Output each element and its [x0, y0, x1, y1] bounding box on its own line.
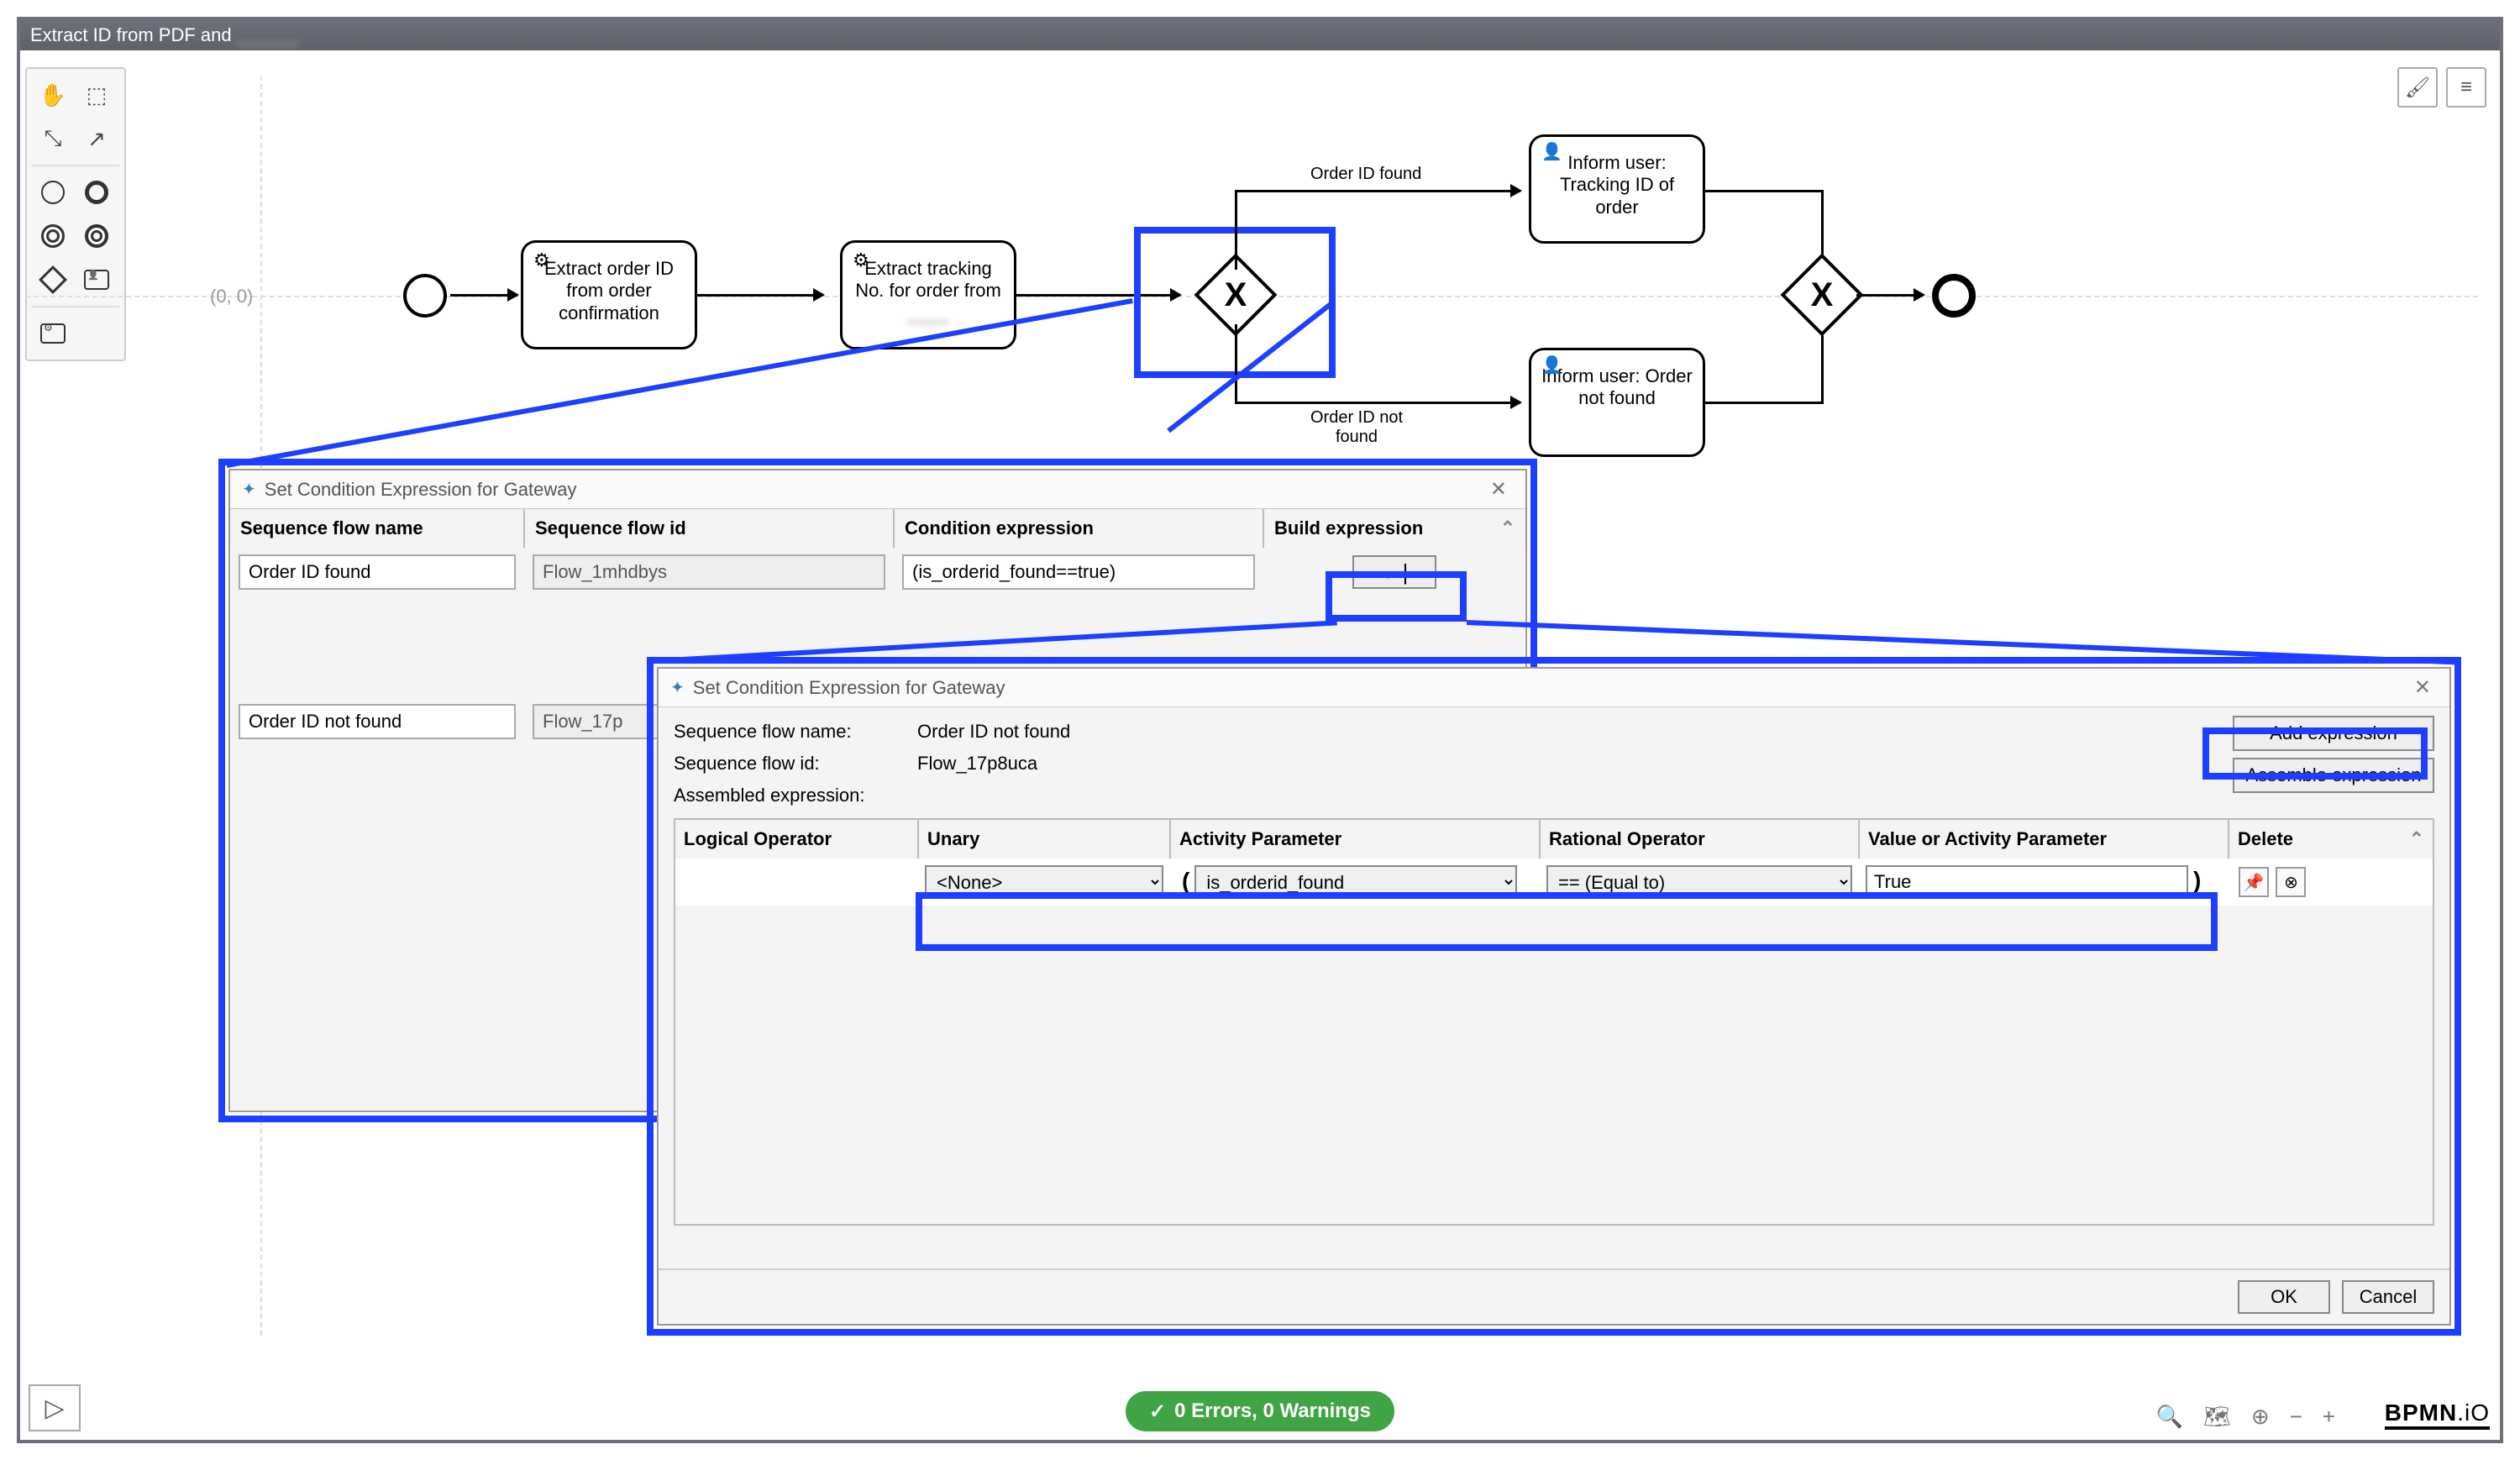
connect-tool-icon[interactable]: ↗	[76, 118, 118, 160]
ok-button[interactable]: OK	[2238, 1280, 2330, 1314]
bpmn-io-logo[interactable]: BPMN.iO	[2385, 1400, 2490, 1430]
col-id[interactable]: Sequence flow id	[524, 509, 894, 548]
sort-icon: ⌃	[2409, 828, 2424, 850]
intermediate-event-icon[interactable]	[32, 215, 74, 257]
value-input[interactable]	[1866, 865, 2188, 899]
close-button[interactable]: ✕	[1483, 477, 1514, 502]
space-tool-icon[interactable]: ⤡	[32, 118, 74, 160]
dialog-icon: ✦	[242, 479, 256, 500]
flow-id-input	[533, 554, 885, 590]
dialog-set-condition-2: ✦ Set Condition Expression for Gateway ✕…	[657, 667, 2451, 1326]
start-event-icon[interactable]	[32, 171, 74, 213]
meta-name-value: Order ID not found	[917, 721, 1070, 743]
task-label: Inform user: Order not found	[1541, 365, 1693, 408]
status-text: 0 Errors, 0 Warnings	[1174, 1400, 1371, 1423]
expression-builder-table: Logical Operator Unary Activity Paramete…	[674, 818, 2434, 1226]
center-icon[interactable]: ⊕	[2251, 1404, 2270, 1430]
close-paren: )	[2188, 867, 2206, 893]
flow-label-found: Order ID found	[1310, 165, 1421, 184]
gear-icon: ⚙	[853, 249, 869, 271]
end-event-icon[interactable]	[76, 171, 118, 213]
dialog-title: Set Condition Expression for Gateway	[265, 479, 577, 501]
title-blurred: ______	[237, 24, 298, 45]
lasso-tool-icon[interactable]: ⬚	[76, 74, 118, 116]
dialog-icon: ✦	[670, 677, 685, 698]
col-build[interactable]: Build expression ⌃	[1263, 509, 1525, 548]
dialog-title: Set Condition Expression for Gateway	[693, 677, 1005, 699]
run-button[interactable]: ▷	[29, 1384, 81, 1431]
col-value[interactable]: Value or Activity Parameter	[1859, 819, 2229, 859]
table-row: ←|	[230, 548, 1525, 596]
task-extract-tracking[interactable]: ⚙ Extract tracking No. for order from __…	[840, 240, 1016, 349]
search-icon[interactable]: 🔍	[2155, 1404, 2182, 1430]
col-expr[interactable]: Condition expression	[894, 509, 1263, 548]
col-activity[interactable]: Activity Parameter	[1170, 819, 1540, 859]
task-inform-notfound[interactable]: 👤 Inform user: Order not found	[1529, 348, 1705, 457]
delete-button[interactable]: ⊗	[2276, 867, 2306, 897]
user-icon: 👤	[1541, 355, 1562, 376]
title-text: Extract ID from PDF and	[30, 24, 237, 45]
origin-label: (0, 0)	[210, 286, 253, 307]
titlebar: Extract ID from PDF and ______	[20, 20, 2500, 50]
bpmn-canvas[interactable]: (0, 0) ⚙ Extract order ID from order con…	[151, 76, 2478, 496]
intermediate-event-alt-icon[interactable]	[76, 215, 118, 257]
flow-name-input[interactable]	[239, 704, 516, 739]
task-extract-order-id[interactable]: ⚙ Extract order ID from order confirmati…	[521, 240, 697, 349]
pin-button[interactable]: 📌	[2239, 867, 2269, 897]
flow-expr-input[interactable]	[902, 554, 1255, 590]
col-logical[interactable]: Logical Operator	[675, 819, 918, 859]
col-unary[interactable]: Unary	[918, 819, 1170, 859]
hand-tool-icon[interactable]: ✋	[32, 74, 74, 116]
gear-icon: ⚙	[533, 249, 550, 271]
status-pill[interactable]: ✓ 0 Errors, 0 Warnings	[1126, 1391, 1394, 1431]
task-label: Extract order ID from order confirmation	[544, 258, 674, 323]
col-rational[interactable]: Rational Operator	[1540, 819, 1859, 859]
col-name[interactable]: Sequence flow name	[230, 509, 524, 548]
meta-name-label: Sequence flow name:	[674, 721, 900, 743]
task-label: Inform user: Tracking ID of order	[1560, 152, 1674, 218]
gateway-x-icon: X	[1210, 269, 1262, 321]
flow-name-input[interactable]	[239, 554, 516, 590]
view-tools: 🔍 🗺 ⊕ − +	[2155, 1404, 2335, 1430]
meta-asm-label: Assembled expression:	[674, 785, 900, 806]
task-label: Extract tracking No. for order from ____	[855, 258, 1001, 323]
gateway-merge[interactable]: X	[1781, 254, 1864, 337]
col-delete[interactable]: Delete⌃	[2229, 819, 2433, 859]
user-icon: 👤	[1541, 142, 1562, 162]
open-paren: (	[1177, 868, 1194, 894]
start-event[interactable]	[403, 274, 447, 318]
gateway-icon[interactable]	[32, 259, 74, 301]
check-icon: ✓	[1149, 1400, 1166, 1424]
assemble-expression-button[interactable]: Assemble expression	[2233, 758, 2434, 793]
cancel-button[interactable]: Cancel	[2342, 1280, 2434, 1314]
zoom-in-icon[interactable]: +	[2323, 1404, 2335, 1430]
minimap-icon[interactable]: 🗺	[2203, 1404, 2231, 1430]
user-task-icon[interactable]	[76, 259, 118, 301]
activity-select[interactable]: is_orderid_found	[1194, 865, 1517, 899]
add-expression-button[interactable]: Add expression	[2233, 716, 2434, 751]
gateway-x-icon: X	[1796, 269, 1848, 321]
meta-id-label: Sequence flow id:	[674, 753, 900, 775]
service-task-icon[interactable]	[32, 312, 74, 354]
play-icon: ▷	[45, 1394, 64, 1423]
flow-label-notfound: Order ID notfound	[1310, 408, 1403, 447]
zoom-out-icon[interactable]: −	[2290, 1404, 2302, 1430]
tool-palette: ✋ ⬚ ⤡ ↗	[25, 67, 126, 361]
task-inform-tracking[interactable]: 👤 Inform user: Tracking ID of order	[1529, 134, 1705, 244]
build-expression-button[interactable]: ←|	[1352, 555, 1436, 589]
close-button[interactable]: ✕	[2407, 675, 2438, 700]
rational-select[interactable]: == (Equal to)	[1546, 865, 1852, 899]
meta-id-value: Flow_17p8uca	[917, 753, 1037, 775]
sort-icon: ⌃	[1500, 517, 1515, 539]
expression-row: <None> (is_orderid_found == (Equal to) )…	[675, 859, 2433, 906]
unary-select[interactable]: <None>	[925, 865, 1163, 899]
end-event[interactable]	[1932, 274, 1976, 318]
